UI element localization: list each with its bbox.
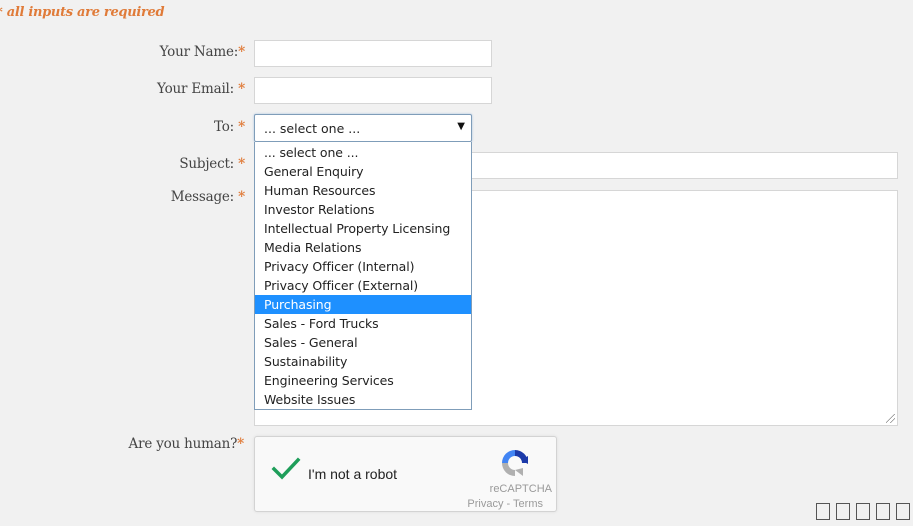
resize-grip-icon[interactable] [886,414,895,423]
dropdown-option[interactable]: Investor Relations [255,200,471,219]
message-label: Message: * [171,189,245,205]
dropdown-option[interactable]: Sales - General [255,333,471,352]
dropdown-option[interactable]: Engineering Services [255,371,471,390]
missing-glyph-box [816,503,830,520]
dropdown-option[interactable]: Human Resources [255,181,471,200]
email-label: Your Email: * [157,81,245,97]
dropdown-option[interactable]: Purchasing [255,295,471,314]
message-label-text: Message: [170,189,239,205]
required-asterisk: * [237,436,244,452]
subject-label: Subject: * [179,156,245,172]
captcha-label-text: Are you human? [128,436,238,452]
dropdown-option[interactable]: Sustainability [255,352,471,371]
name-input[interactable] [254,40,492,67]
dropdown-option[interactable]: Privacy Officer (External) [255,276,471,295]
dropdown-option[interactable]: Website Issues [255,390,471,409]
required-asterisk: * [238,44,245,60]
email-input[interactable] [254,77,492,104]
dropdown-option[interactable]: Sales - Ford Trucks [255,314,471,333]
missing-glyph-box [836,503,850,520]
dropdown-option[interactable]: ... select one ... [255,143,471,162]
missing-glyph-box [856,503,870,520]
to-select[interactable]: ... select one ... ▼ [254,114,472,142]
recaptcha-brand: reCAPTCHA [489,483,552,495]
required-asterisk: * [238,156,245,172]
missing-glyph-box [876,503,890,520]
subject-label-text: Subject: [179,156,239,172]
terms-link[interactable]: Terms [513,498,543,510]
dropdown-option[interactable]: General Enquiry [255,162,471,181]
required-asterisk: * [238,119,245,135]
not-a-robot-label: I'm not a robot [308,466,398,482]
recaptcha-logo-icon [502,450,528,476]
to-label: To: * [214,119,245,135]
missing-glyph-boxes [816,503,910,520]
required-asterisk: * [238,189,245,205]
required-fields-note: * all inputs are required [0,5,165,20]
name-label: Your Name:* [159,44,246,60]
dropdown-option[interactable]: Intellectual Property Licensing [255,219,471,238]
to-select-value: ... select one ... [264,121,361,136]
captcha-label: Are you human?* [128,436,245,452]
dropdown-arrow-icon: ▼ [457,121,465,132]
missing-glyph-box [896,503,910,520]
dropdown-option[interactable]: Media Relations [255,238,471,257]
dropdown-option[interactable]: Privacy Officer (Internal) [255,257,471,276]
required-asterisk: * [238,81,245,97]
email-label-text: Your Email: [157,81,239,97]
to-label-text: To: [214,119,239,135]
link-separator: - [503,498,514,510]
name-label-text: Your Name: [159,44,239,60]
to-dropdown-list[interactable]: ... select one ... General Enquiry Human R… [254,142,472,410]
recaptcha-links: Privacy - Terms [467,498,543,510]
recaptcha-widget: I'm not a robot reCAPTCHA Privacy - Term… [254,436,557,512]
privacy-link[interactable]: Privacy [467,498,503,510]
checkmark-icon[interactable] [271,457,301,481]
